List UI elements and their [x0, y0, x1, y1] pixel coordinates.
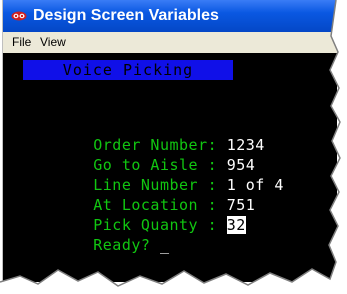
app-window: Design Screen Variables File View Voice … — [2, 0, 337, 282]
text-cursor[interactable]: _ — [160, 236, 170, 254]
field-line-number: Line Number : 1 of 4 — [17, 155, 284, 194]
ready-prompt-row[interactable]: Ready? _ — [17, 215, 170, 254]
terminal-screen[interactable]: Voice Picking Order Number: 1234 Go to A… — [3, 53, 337, 282]
field-order-number: Order Number: 1234 — [17, 115, 265, 154]
field-at-location: At Location : 751 — [17, 175, 255, 214]
app-icon — [11, 11, 27, 21]
screen-header: Voice Picking — [23, 60, 233, 80]
pick-quantity-input[interactable]: 32 — [226, 216, 246, 234]
field-go-to-aisle: Go to Aisle : 954 — [17, 135, 255, 174]
menu-view[interactable]: View — [39, 35, 67, 50]
field-pick-quantity[interactable]: Pick Quanty : 32 — [17, 195, 246, 234]
menu-file[interactable]: File — [11, 35, 32, 50]
ready-prompt: Ready? — [93, 236, 151, 254]
title-bar[interactable]: Design Screen Variables — [3, 0, 337, 32]
window-title: Design Screen Variables — [33, 7, 219, 24]
menu-bar: File View — [3, 32, 337, 53]
screenshot-stage: Design Screen Variables File View Voice … — [0, 0, 347, 294]
